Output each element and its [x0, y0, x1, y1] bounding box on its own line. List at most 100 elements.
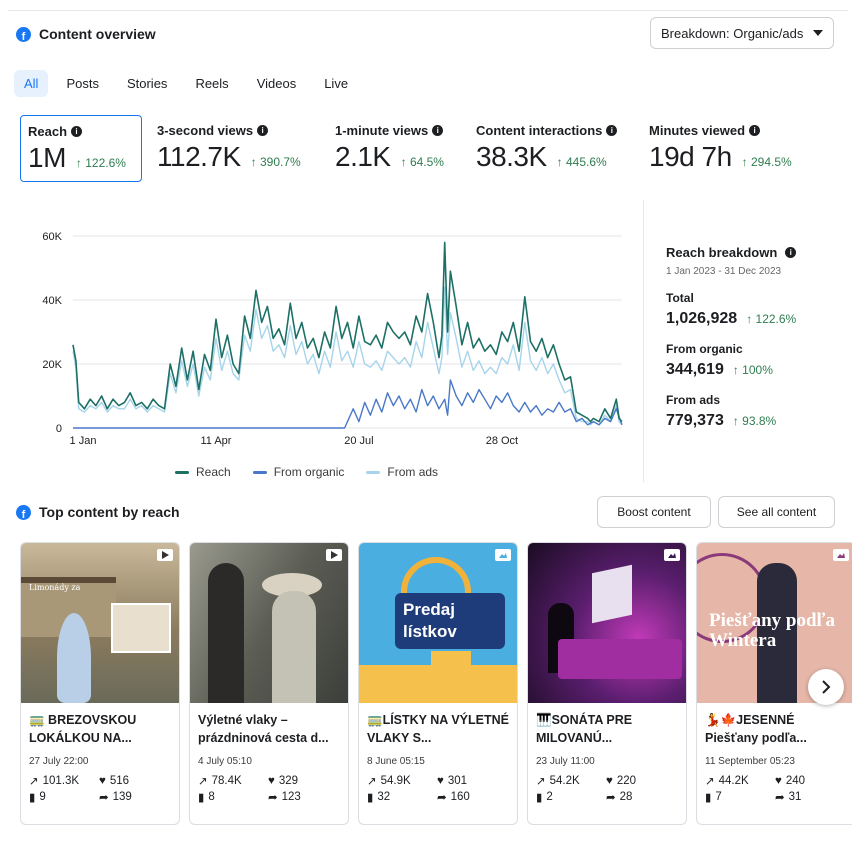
video-icon: [157, 549, 173, 561]
metric-value: 2.1K: [335, 141, 391, 172]
shares-stat: ➦ 160: [437, 791, 470, 804]
reach-stat: ↗ 54.2K: [536, 775, 580, 788]
tab-all[interactable]: All: [14, 70, 49, 97]
info-icon[interactable]: i: [606, 125, 618, 136]
post-card[interactable]: 🎹SONÁTA PRE MILOVANÚ... 23 July 11:00 ↗ 5…: [527, 542, 687, 825]
metric-value: 19d 7h: [649, 141, 732, 172]
comments-stat: ▮ 7: [705, 791, 722, 804]
x-tick-label: 20 Jul: [344, 435, 373, 447]
total-delta: ↑ 122.6%: [746, 312, 797, 326]
comment-icon: ▮: [705, 792, 712, 804]
dress-figure: [57, 613, 91, 703]
trend-icon: ↗: [367, 776, 377, 788]
tab-reels[interactable]: Reels: [185, 70, 238, 97]
tab-live[interactable]: Live: [314, 70, 358, 97]
video-icon: [326, 549, 342, 561]
comments-stat: ▮ 32: [367, 791, 391, 804]
legend-label: From ads: [387, 465, 439, 479]
boost-content-button[interactable]: Boost content: [597, 496, 711, 528]
info-icon[interactable]: i: [71, 126, 83, 137]
legend-label: From organic: [273, 465, 345, 479]
ads-value: 779,373: [666, 412, 724, 429]
ads-label: From ads: [666, 393, 721, 407]
metric-reach[interactable]: Reach i 1M ↑ 122.6%: [20, 115, 142, 182]
y-tick-label: 40K: [42, 295, 62, 307]
metrics-row: Reach i 1M ↑ 122.6% 3-second views i 112.7K…: [20, 115, 820, 182]
facebook-icon: f: [16, 504, 31, 520]
content-type-tabs: All Posts Stories Reels Videos Live: [14, 70, 358, 97]
woman-figure: [272, 591, 316, 703]
info-icon[interactable]: i: [432, 125, 444, 136]
ticket-sign: Predaj lístkov: [395, 593, 505, 649]
reach-stat: ↗ 54.9K: [367, 775, 411, 788]
share-icon: ➦: [99, 792, 109, 804]
post-card[interactable]: Výletné vlaky – prázdninová cesta d... 4…: [189, 542, 349, 825]
total-label: Total: [666, 291, 694, 305]
post-title: 💃🍁JESENNÉ Piešťany podľa...: [705, 713, 807, 745]
post-card[interactable]: Limonády za 🚃 BREZOVSKOU LOKÁLKOU NA... …: [20, 542, 180, 825]
share-icon: ➦: [606, 792, 616, 804]
thumbnail-title: Piešťany podľa Wintera: [709, 610, 835, 651]
legend-item-ads[interactable]: From ads: [366, 465, 438, 479]
info-icon[interactable]: i: [749, 125, 761, 136]
metric-value: 38.3K: [476, 141, 547, 172]
total-value: 1,026,928: [666, 310, 738, 327]
piano-shape: [558, 639, 682, 679]
info-icon[interactable]: i: [257, 125, 269, 136]
post-thumbnail: [190, 543, 348, 703]
reach-breakdown-date-range: 1 Jan 2023 - 31 Dec 2023: [666, 266, 782, 277]
series-line-from-organic: [73, 379, 623, 429]
y-tick-label: 60K: [42, 231, 62, 243]
metric-value: 1M: [28, 142, 66, 173]
post-title: 🚃 BREZOVSKOU LOKÁLKOU NA...: [29, 713, 137, 745]
chart-legend: Reach From organic From ads: [175, 465, 438, 479]
reach-breakdown-panel: Reach breakdown i 1 Jan 2023 - 31 Dec 202…: [666, 245, 846, 430]
post-date: 11 September 05:23: [705, 756, 795, 767]
heart-icon: ♥: [606, 775, 613, 787]
see-all-content-button[interactable]: See all content: [718, 496, 835, 528]
post-card[interactable]: Predaj lístkov 🚃LÍSTKY NA VÝLETNÉ VLAKY …: [358, 542, 518, 825]
tab-posts[interactable]: Posts: [56, 70, 109, 97]
heart-icon: ♥: [268, 775, 275, 787]
legend-label: Reach: [196, 465, 231, 479]
tab-stories[interactable]: Stories: [117, 70, 177, 97]
info-icon[interactable]: i: [785, 247, 797, 258]
metric-minutes-viewed[interactable]: Minutes viewed i 19d 7h ↑ 294.5%: [642, 115, 812, 182]
caret-down-icon: [813, 30, 823, 36]
series-line-from-ads: [72, 286, 623, 426]
legend-item-organic[interactable]: From organic: [252, 465, 345, 479]
legend-swatch: [175, 470, 189, 474]
heart-icon: ♥: [99, 775, 106, 787]
shares-stat: ➦ 31: [775, 791, 802, 804]
metric-label: 3-second views: [157, 123, 254, 138]
comment-icon: ▮: [29, 792, 36, 804]
top-content-header: f Top content by reach: [16, 504, 180, 520]
metric-label: Reach: [28, 124, 68, 139]
post-title: 🎹SONÁTA PRE MILOVANÚ...: [536, 713, 633, 745]
comments-stat: ▮ 2: [536, 791, 553, 804]
comments-stat: ▮ 8: [198, 791, 215, 804]
organic-label: From organic: [666, 342, 743, 356]
thumbnail-sign: Limonády za: [29, 583, 81, 592]
top-content-carousel: Limonády za 🚃 BREZOVSKOU LOKÁLKOU NA... …: [20, 542, 852, 828]
tab-videos[interactable]: Videos: [247, 70, 307, 97]
y-tick-label: 20K: [42, 359, 62, 371]
breakdown-dropdown[interactable]: Breakdown: Organic/ads: [650, 17, 834, 49]
likes-stat: ♥ 329: [268, 775, 299, 787]
metric-delta: ↑ 390.7%: [250, 155, 301, 169]
carousel-next-button[interactable]: [808, 669, 844, 705]
trend-icon: ↗: [536, 776, 546, 788]
photo-icon: [833, 549, 849, 561]
metric-1-minute-views[interactable]: 1-minute views i 2.1K ↑ 64.5%: [328, 115, 461, 182]
y-tick-label: 0: [56, 423, 62, 435]
legend-swatch: [252, 470, 267, 474]
metric-delta: ↑ 294.5%: [741, 155, 792, 169]
metric-3-second-views[interactable]: 3-second views i 112.7K ↑ 390.7%: [150, 115, 320, 182]
post-date: 27 July 22:00: [29, 756, 89, 767]
metric-content-interactions[interactable]: Content interactions i 38.3K ↑ 445.6%: [469, 115, 634, 182]
legend-item-reach[interactable]: Reach: [175, 465, 231, 479]
shares-stat: ➦ 139: [99, 791, 132, 804]
panel-divider: [643, 200, 644, 482]
reach-breakdown-title: Reach breakdown: [666, 245, 778, 260]
reach-line-chart[interactable]: 0 20K 40K 60K 1 Jan 11 Apr 20 Jul 28 Oct: [0, 200, 640, 490]
